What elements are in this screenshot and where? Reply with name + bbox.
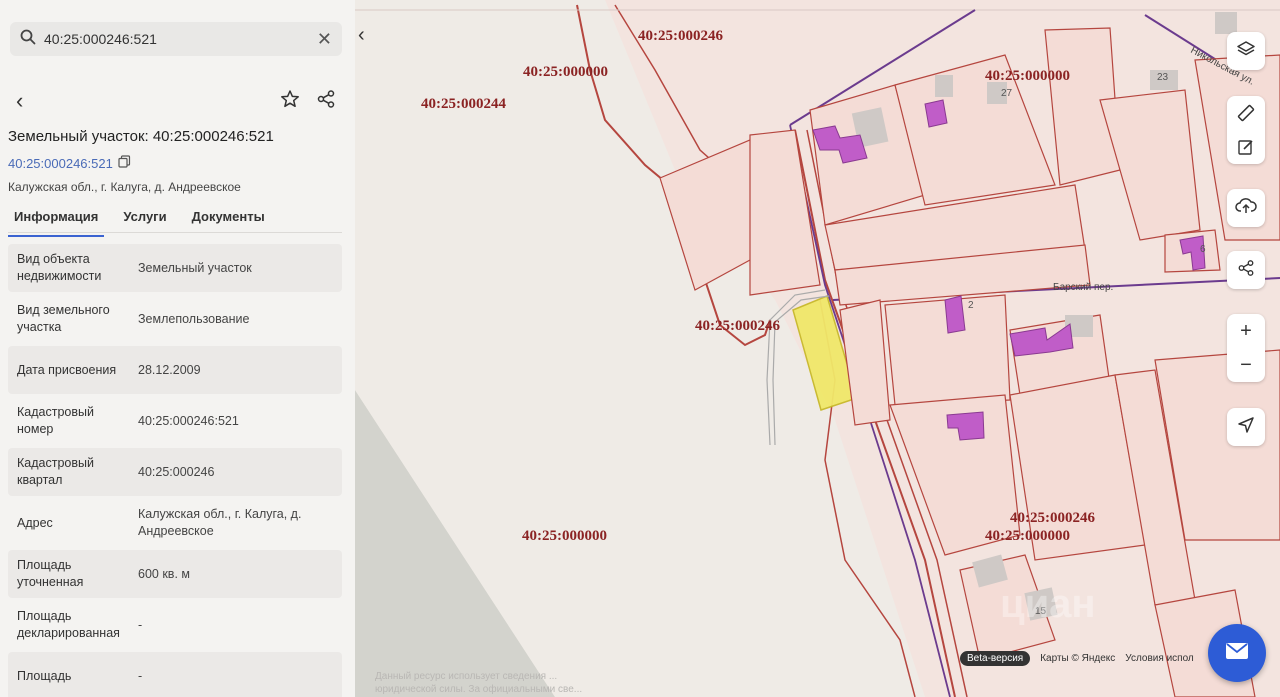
map-share-control[interactable] (1227, 251, 1265, 289)
info-label: Кадастровый номер (17, 405, 94, 436)
layers-control[interactable] (1227, 32, 1265, 70)
tools-control (1227, 96, 1265, 164)
chevron-left-icon[interactable]: ‹ (16, 88, 23, 114)
house-number: 23 (1157, 72, 1169, 83)
info-label: Вид объекта недвижимости (17, 252, 102, 283)
house-number: 2 (968, 300, 974, 311)
info-row-cadastral-quarter: Кадастровый квартал 40:25:000246 (8, 448, 342, 496)
mail-button[interactable] (1208, 624, 1266, 682)
layers-icon[interactable] (1227, 32, 1265, 66)
tab-divider (8, 232, 342, 233)
info-row-cadastral-number: Кадастровый номер 40:25:000246:521 (8, 397, 342, 445)
info-row-address: Адрес Калужская обл., г. Калуга, д. Андр… (8, 499, 342, 547)
navigation-arrow-icon[interactable] (1227, 408, 1265, 442)
ruler-icon[interactable] (1227, 96, 1265, 130)
info-value: Земельный участок (138, 260, 252, 275)
tab-bar: Информация Услуги Документы (8, 206, 342, 237)
tab-documents[interactable]: Документы (186, 206, 271, 234)
star-icon[interactable] (280, 89, 300, 114)
info-value: Землепользование (138, 311, 250, 326)
mail-icon (1225, 642, 1249, 665)
minus-icon[interactable]: − (1227, 348, 1265, 382)
copy-icon[interactable] (118, 155, 131, 171)
info-value: 40:25:000246 (138, 464, 215, 479)
card-address: Калужская обл., г. Калуга, д. Андреевско… (8, 180, 241, 194)
quarter-label: 40:25:000246 (638, 28, 723, 44)
share-icon[interactable] (316, 89, 336, 114)
info-row-assign-date: Дата присвоения 28.12.2009 (8, 346, 342, 394)
terms-link[interactable]: Условия испол (1125, 653, 1193, 664)
info-label: Площадь уточненная (17, 558, 84, 589)
cloud-upload-icon[interactable] (1227, 189, 1265, 223)
info-row-area-specified: Площадь уточненная 600 кв. м (8, 550, 342, 598)
info-row-object-type: Вид объекта недвижимости Земельный участ… (8, 244, 342, 292)
search-bar[interactable]: ✕ (10, 22, 342, 56)
cadastral-link-text[interactable]: 40:25:000246:521 (8, 156, 113, 171)
tab-services[interactable]: Услуги (117, 206, 172, 234)
street-label-barsky: Барский пер. (1053, 282, 1113, 293)
house-number: 6 (1200, 244, 1206, 255)
cadastral-number-link[interactable]: 40:25:000246:521 (8, 155, 131, 171)
info-value: 28.12.2009 (138, 362, 201, 377)
card-toolbar: ‹ (0, 86, 355, 116)
info-value: Калужская обл., г. Калуга, д. Андреевско… (138, 507, 302, 538)
quarter-label: 40:25:000000 (523, 64, 608, 80)
info-value: - (138, 617, 143, 632)
map-footer: Beta-версия Карты © Яндекс Условия испол (960, 651, 1194, 666)
share-icon[interactable] (1227, 251, 1265, 285)
zoom-control: + − (1227, 314, 1265, 382)
info-label: Кадастровый квартал (17, 456, 94, 487)
quarter-label: 40:25:000246 (1010, 510, 1095, 526)
info-value: - (138, 668, 143, 683)
locate-control[interactable] (1227, 408, 1265, 446)
cian-watermark: циан (1000, 582, 1096, 626)
house-number: 27 (1001, 88, 1013, 99)
yandex-maps-credit[interactable]: Карты © Яндекс (1040, 653, 1115, 664)
info-label: Дата присвоения (17, 362, 117, 377)
tab-information[interactable]: Информация (8, 206, 105, 237)
quarter-label: 40:25:000244 (421, 96, 506, 112)
info-value: 40:25:000246:521 (138, 413, 239, 428)
info-row-area-declared: Площадь декларированная - (8, 601, 342, 649)
info-label: Вид земельного участка (17, 303, 110, 334)
info-row-area: Площадь - (8, 652, 342, 697)
beta-badge: Beta-версия (960, 651, 1031, 666)
quarter-label: 40:25:000246 (695, 318, 780, 334)
info-label: Площадь декларированная (17, 609, 120, 640)
quarter-label: 40:25:000000 (985, 528, 1070, 544)
plus-icon[interactable]: + (1227, 314, 1265, 348)
card-title: Земельный участок: 40:25:000246:521 (8, 128, 274, 145)
map-canvas[interactable]: 40:25:000246 40:25:000000 40:25:000244 4… (355, 0, 1280, 697)
property-info-list: Вид объекта недвижимости Земельный участ… (8, 244, 342, 697)
search-icon (20, 29, 36, 50)
info-label: Площадь (17, 668, 72, 683)
info-panel: ✕ ‹ Земельный участок: 40:25:000246:521 … (0, 0, 355, 697)
collapse-panel-chevron-icon[interactable]: ‹ (358, 24, 365, 47)
map-disclaimer: Данный ресурс использует сведения ... юр… (375, 671, 583, 695)
upload-control[interactable] (1227, 189, 1265, 227)
edit-icon[interactable] (1227, 130, 1265, 164)
search-input[interactable] (44, 31, 317, 47)
close-icon[interactable]: ✕ (317, 29, 332, 50)
quarter-label: 40:25:000000 (522, 528, 607, 544)
info-row-land-type: Вид земельного участка Землепользование (8, 295, 342, 343)
info-label: Адрес (17, 515, 53, 530)
cadastral-map[interactable]: 40:25:000246 40:25:000000 40:25:000244 4… (355, 0, 1280, 697)
quarter-label: 40:25:000000 (985, 68, 1070, 84)
info-value: 600 кв. м (138, 566, 190, 581)
